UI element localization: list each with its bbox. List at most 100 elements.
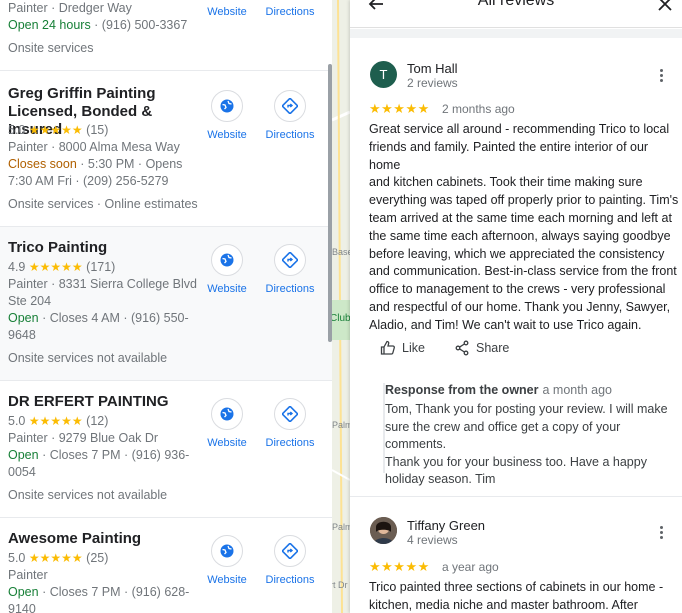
reviews-panel[interactable]: All reviews T Tom Hall 2 reviews ★★★★★ 2… bbox=[350, 0, 682, 613]
listing-category: Painter bbox=[8, 568, 48, 582]
owner-response: Response from the owner a month ago Tom, … bbox=[383, 383, 682, 486]
owner-response-line: holiday season. Tim bbox=[385, 472, 496, 486]
review-time: a year ago bbox=[442, 560, 499, 574]
directions-button-label: Directions bbox=[265, 6, 315, 18]
hours-detail: · Closes 4 AM · (916) 550- bbox=[38, 311, 189, 325]
listing-name[interactable]: Awesome Painting bbox=[8, 530, 203, 548]
share-button[interactable]: Share bbox=[454, 340, 524, 358]
review-text-line: office to management to the crews - very… bbox=[369, 282, 666, 297]
reviews-header: All reviews bbox=[350, 0, 682, 28]
listing-services: Onsite services · Online estimates bbox=[8, 197, 198, 211]
hours-status: Closes soon bbox=[8, 157, 77, 171]
review-count: (171) bbox=[86, 260, 116, 274]
review-text-line: friends and family. Painted the entire i… bbox=[369, 139, 649, 172]
review-card: Tiffany Green 4 reviews ★★★★★ a year ago… bbox=[350, 497, 682, 613]
listing-services: Onsite services not available bbox=[8, 488, 168, 502]
listing-dr-erfert[interactable]: DR ERFERT PAINTING 5.0 ★★★★★ (12) Painte… bbox=[0, 380, 332, 517]
owner-response-text: Tom, Thank you for posting your review. … bbox=[385, 401, 677, 489]
listing-dredger[interactable]: Painter · Dredger Way Open 24 hours · (9… bbox=[0, 0, 332, 70]
listing-rating: 5.0 ★★★★★ (25) bbox=[8, 550, 108, 567]
listing-category-address: Painter · 8331 Sierra College Blvd bbox=[8, 277, 197, 291]
listing-hours: Open · Closes 7 PM · (916) 936- bbox=[8, 447, 189, 464]
like-button[interactable]: Like bbox=[380, 340, 440, 358]
review-text: Trico painted three sections of cabinets… bbox=[369, 579, 679, 613]
review-count: (15) bbox=[86, 123, 109, 137]
website-button-label: Website bbox=[207, 437, 247, 449]
review-stars: ★★★★★ bbox=[369, 559, 430, 574]
globe-icon bbox=[211, 398, 243, 430]
listing-rating: 5.0 ★★★★★ (15) bbox=[8, 122, 108, 139]
review-time: 2 months ago bbox=[442, 102, 515, 116]
review-text-line: everything was taped off properly prior … bbox=[369, 193, 679, 208]
review-count: (25) bbox=[86, 551, 109, 565]
website-button-label: Website bbox=[207, 6, 247, 18]
back-arrow-icon[interactable] bbox=[368, 0, 384, 12]
more-options-icon[interactable] bbox=[656, 525, 666, 541]
reviewer-meta: 2 reviews bbox=[407, 76, 458, 90]
rating-value: 5.0 bbox=[8, 414, 26, 428]
section-divider bbox=[350, 29, 682, 38]
avatar[interactable]: T bbox=[370, 61, 397, 88]
globe-icon bbox=[211, 244, 243, 276]
listing-category-address: Painter · Dredger Way bbox=[8, 1, 132, 15]
website-button-label: Website bbox=[207, 129, 247, 141]
listing-hours: Open · Closes 7 PM · (916) 628- bbox=[8, 584, 189, 601]
website-button[interactable]: Website bbox=[198, 535, 256, 586]
map-strip[interactable]: Base Club Palm Palm rt Dr bbox=[332, 0, 350, 613]
hours-status: Open bbox=[8, 448, 39, 462]
review-text-line: and respectful of our home. Thank you Je… bbox=[369, 299, 671, 314]
hours-status: Open bbox=[8, 585, 39, 599]
directions-button[interactable]: Directions bbox=[261, 535, 319, 586]
rating-stars: ★★★★★ bbox=[28, 260, 83, 274]
directions-icon bbox=[274, 398, 306, 430]
rating-value: 5.0 bbox=[8, 551, 26, 565]
results-list[interactable]: Painter · Dredger Way Open 24 hours · (9… bbox=[0, 0, 332, 613]
listing-category-address: Painter · 8000 Alma Mesa Way bbox=[8, 140, 180, 154]
hours-detail: · (916) 500-3367 bbox=[90, 18, 188, 32]
owner-response-line: Tom, Thank you for posting your review. … bbox=[385, 402, 668, 416]
map-label: Palm bbox=[332, 420, 350, 430]
directions-button[interactable]: Directions bbox=[261, 398, 319, 449]
close-icon[interactable] bbox=[658, 0, 672, 11]
owner-response-time: a month ago bbox=[542, 383, 613, 397]
listing-hours-cont: 0054 bbox=[8, 465, 36, 479]
rating-value: 4.9 bbox=[8, 260, 26, 274]
listing-hours: Open 24 hours · (916) 500-3367 bbox=[8, 17, 187, 34]
directions-button[interactable]: Directions bbox=[261, 244, 319, 295]
review-text-line: team arrived at the same time each morni… bbox=[369, 210, 672, 225]
reviewer-name[interactable]: Tiffany Green bbox=[407, 518, 485, 533]
reviewer-meta: 4 reviews bbox=[407, 533, 458, 547]
reviewer-name[interactable]: Tom Hall bbox=[407, 61, 458, 76]
website-button[interactable]: Website bbox=[198, 398, 256, 449]
owner-response-line: sure the crew and office get a copy of y… bbox=[385, 419, 621, 452]
avatar[interactable] bbox=[370, 517, 397, 544]
review-text-line: and communication. Best-in-class service… bbox=[369, 264, 677, 279]
listing-name[interactable]: Trico Painting bbox=[8, 239, 203, 257]
review-text-line: and kitchen cabinets. Took their time ma… bbox=[369, 175, 643, 190]
hours-status: Open 24 hours bbox=[8, 18, 91, 32]
map-label: Base bbox=[332, 247, 350, 257]
listing-category-address: Painter · 9279 Blue Oak Dr bbox=[8, 431, 159, 445]
website-button[interactable]: Website bbox=[198, 244, 256, 295]
review-text-line: the same time each afternoon, always say… bbox=[369, 228, 671, 243]
map-label: Club bbox=[332, 313, 350, 324]
listing-name[interactable]: DR ERFERT PAINTING bbox=[8, 393, 203, 411]
listing-hours: Open · Closes 4 AM · (916) 550- bbox=[8, 310, 189, 327]
listing-greg-griffin[interactable]: Greg Griffin Painting Licensed, Bonded &… bbox=[0, 70, 332, 226]
website-button[interactable]: Website bbox=[198, 90, 256, 141]
rating-stars: ★★★★★ bbox=[28, 414, 83, 428]
website-button-label: Website bbox=[207, 574, 247, 586]
listing-hours-cont: 9140 bbox=[8, 602, 36, 613]
directions-button[interactable]: Directions bbox=[261, 90, 319, 141]
listing-awesome-painting[interactable]: Awesome Painting 5.0 ★★★★★ (25) Painter … bbox=[0, 517, 332, 613]
rating-stars: ★★★★★ bbox=[28, 123, 83, 137]
panel-title: All reviews bbox=[477, 0, 555, 9]
website-button[interactable]: Website bbox=[198, 0, 256, 18]
directions-button[interactable]: Directions bbox=[261, 0, 319, 18]
map-label: rt Dr bbox=[332, 580, 348, 590]
listing-trico[interactable]: Trico Painting 4.9 ★★★★★ (171) Painter ·… bbox=[0, 226, 332, 380]
more-options-icon[interactable] bbox=[656, 68, 666, 84]
share-label: Share bbox=[476, 341, 510, 355]
listing-hours-cont: 9648 bbox=[8, 328, 36, 342]
listing-rating: 4.9 ★★★★★ (171) bbox=[8, 259, 115, 276]
